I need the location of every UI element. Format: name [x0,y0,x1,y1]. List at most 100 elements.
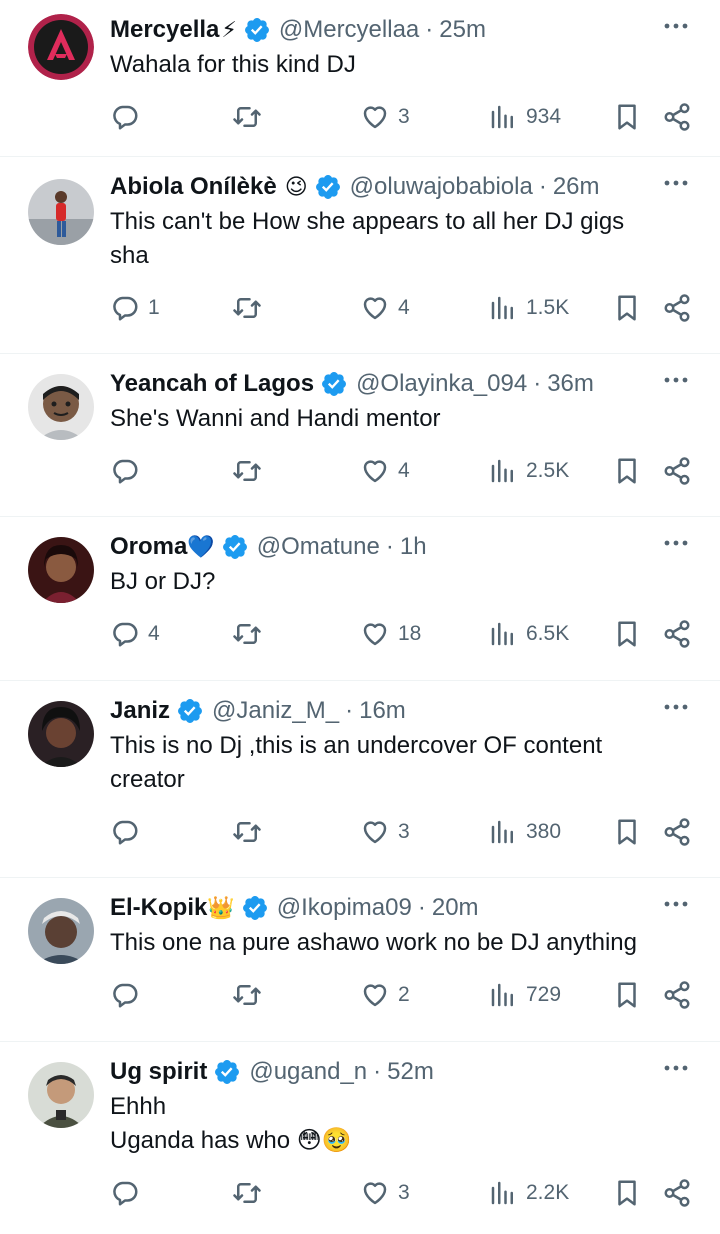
views-count: 6.5K [526,622,570,645]
more-icon[interactable] [662,697,690,717]
avatar[interactable] [28,374,94,440]
tweet[interactable]: Mercyella ⚡ @Mercyellaa · 25m Wahala for… [0,0,720,157]
verified-badge-icon [222,535,247,559]
like-button[interactable]: 2 [360,980,410,1010]
tweet[interactable]: El-Kopik 👑 @Ikopima09 · 20m This one na … [0,878,720,1042]
bookmark-button[interactable] [612,619,642,649]
tweet[interactable]: Yeancah of Lagos @Olayinka_094 · 36m She… [0,354,720,517]
name-emoji: 👑 [207,895,235,920]
reply-button[interactable] [110,1178,148,1208]
timestamp[interactable]: 25m [439,16,486,44]
verified-badge-icon [215,1060,240,1084]
bookmark-icon [618,458,636,484]
views-button[interactable]: 380 [488,817,561,847]
views-button[interactable]: 1.5K [488,293,569,323]
timestamp[interactable]: 26m [553,173,600,201]
reply-button[interactable] [110,817,148,847]
views-button[interactable]: 2.5K [488,456,569,486]
share-button[interactable] [662,456,692,486]
user-handle[interactable]: @Mercyellaa [279,16,419,44]
bookmark-button[interactable] [612,980,642,1010]
avatar[interactable] [28,1062,94,1128]
avatar[interactable] [28,701,94,767]
avatar[interactable] [28,898,94,964]
avatar[interactable] [28,14,94,80]
display-name[interactable]: Abiola Onílèkè [110,173,277,201]
bookmark-icon [618,1180,636,1206]
bookmark-button[interactable] [612,817,642,847]
more-icon[interactable] [662,370,690,390]
display-name[interactable]: Mercyella [110,16,219,44]
user-handle[interactable]: @Janiz_M_ [212,697,339,725]
display-name[interactable]: Janiz [110,697,170,725]
more-icon[interactable] [662,533,690,553]
reply-button[interactable] [110,102,148,132]
verified-badge-icon [178,699,202,723]
tweet[interactable]: Abiola Onílèkè 😉 @oluwajobabiola · 26m T… [0,157,720,354]
share-button[interactable] [662,1178,692,1208]
timestamp[interactable]: 36m [547,370,594,398]
reply-button[interactable]: 4 [110,619,160,649]
verified-badge-icon [244,18,269,42]
repost-button[interactable] [232,817,270,847]
tweet[interactable]: Janiz @Janiz_M_ · 16m This is no Dj ,thi… [0,681,720,878]
repost-icon [233,624,261,644]
more-icon[interactable] [662,1058,690,1078]
like-button[interactable]: 4 [360,293,410,323]
display-name[interactable]: Yeancah of Lagos [110,370,314,398]
display-name[interactable]: Oroma [110,533,187,561]
more-icon[interactable] [662,173,690,193]
more-icon[interactable] [662,894,690,914]
views-button[interactable]: 729 [488,980,561,1010]
repost-button[interactable] [232,293,270,323]
repost-icon [233,1183,261,1203]
tweet[interactable]: Oroma 💙 @Omatune · 1h BJ or DJ? 4 18 6.5… [0,517,720,681]
repost-button[interactable] [232,1178,270,1208]
reply-button[interactable]: 1 [110,293,160,323]
user-handle[interactable]: @oluwajobabiola [350,173,533,201]
user-handle[interactable]: @Omatune [257,533,380,561]
share-button[interactable] [662,102,692,132]
timestamp[interactable]: 52m [387,1058,434,1086]
display-name[interactable]: Ug spirit [110,1058,207,1086]
action-bar: 1 4 1.5K [110,283,700,347]
name-emoji: 😉 [284,174,308,199]
like-button[interactable]: 3 [360,817,410,847]
more-icon[interactable] [662,16,690,36]
user-handle[interactable]: @ugand_n [249,1058,367,1086]
repost-button[interactable] [232,619,270,649]
share-button[interactable] [662,619,692,649]
display-name[interactable]: El-Kopik [110,894,207,922]
timestamp[interactable]: 20m [432,894,479,922]
like-button[interactable]: 4 [360,456,410,486]
views-button[interactable]: 2.2K [488,1178,569,1208]
repost-button[interactable] [232,980,270,1010]
share-button[interactable] [662,817,692,847]
views-button[interactable]: 6.5K [488,619,569,649]
avatar[interactable] [28,179,94,245]
user-handle[interactable]: @Olayinka_094 [356,370,527,398]
like-button[interactable]: 3 [360,102,410,132]
timestamp[interactable]: 1h [400,533,427,561]
share-button[interactable] [662,293,692,323]
user-handle[interactable]: @Ikopima09 [277,894,412,922]
bookmark-button[interactable] [612,293,642,323]
reply-button[interactable] [110,980,148,1010]
tweet[interactable]: Ug spirit @ugand_n · 52m Ehhh Uganda has… [0,1042,720,1234]
repost-icon [233,298,261,318]
like-button[interactable]: 3 [360,1178,410,1208]
repost-button[interactable] [232,456,270,486]
reply-icon [113,820,138,845]
bookmark-button[interactable] [612,102,642,132]
action-bar: 4 2.5K [110,446,700,510]
avatar[interactable] [28,537,94,603]
views-icon [491,296,513,320]
bookmark-button[interactable] [612,456,642,486]
views-button[interactable]: 934 [488,102,561,132]
like-button[interactable]: 18 [360,619,421,649]
reply-button[interactable] [110,456,148,486]
bookmark-button[interactable] [612,1178,642,1208]
timestamp[interactable]: 16m [359,697,406,725]
repost-button[interactable] [232,102,270,132]
share-button[interactable] [662,980,692,1010]
